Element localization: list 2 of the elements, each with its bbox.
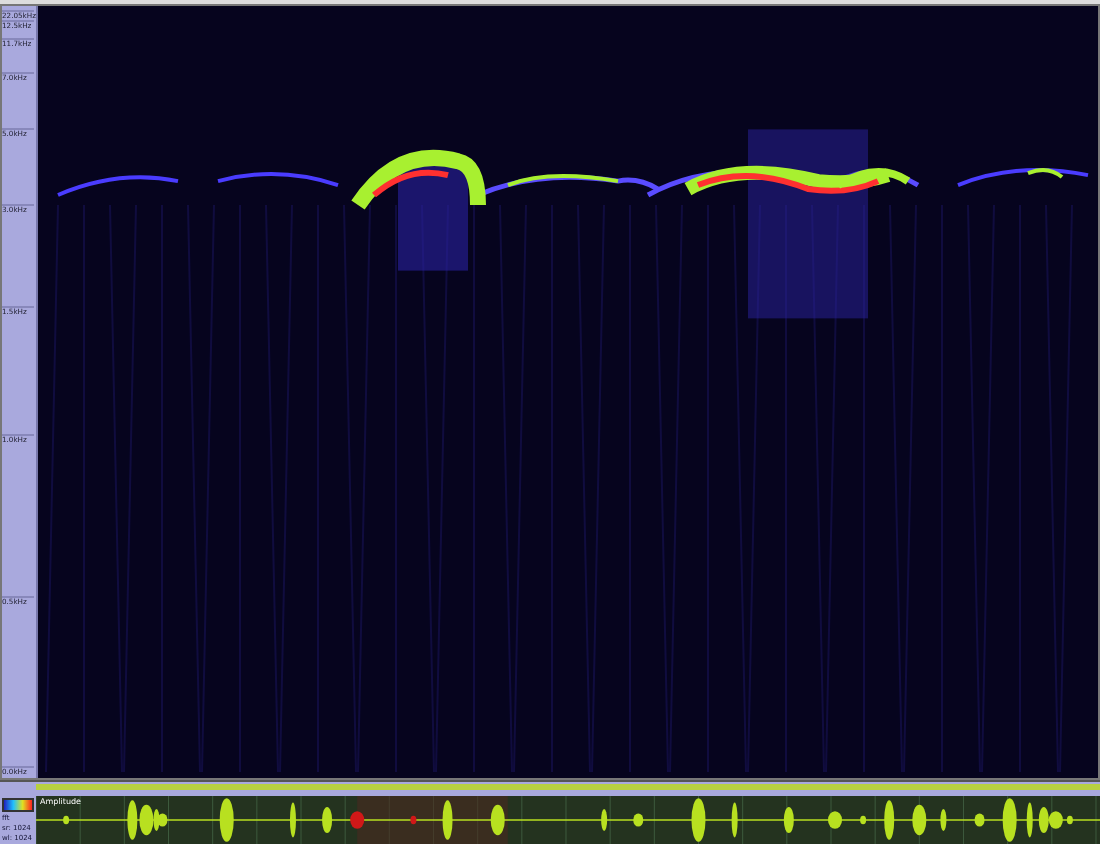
scrollbar[interactable]: [36, 784, 1100, 790]
color-scale-bar: [2, 798, 34, 812]
